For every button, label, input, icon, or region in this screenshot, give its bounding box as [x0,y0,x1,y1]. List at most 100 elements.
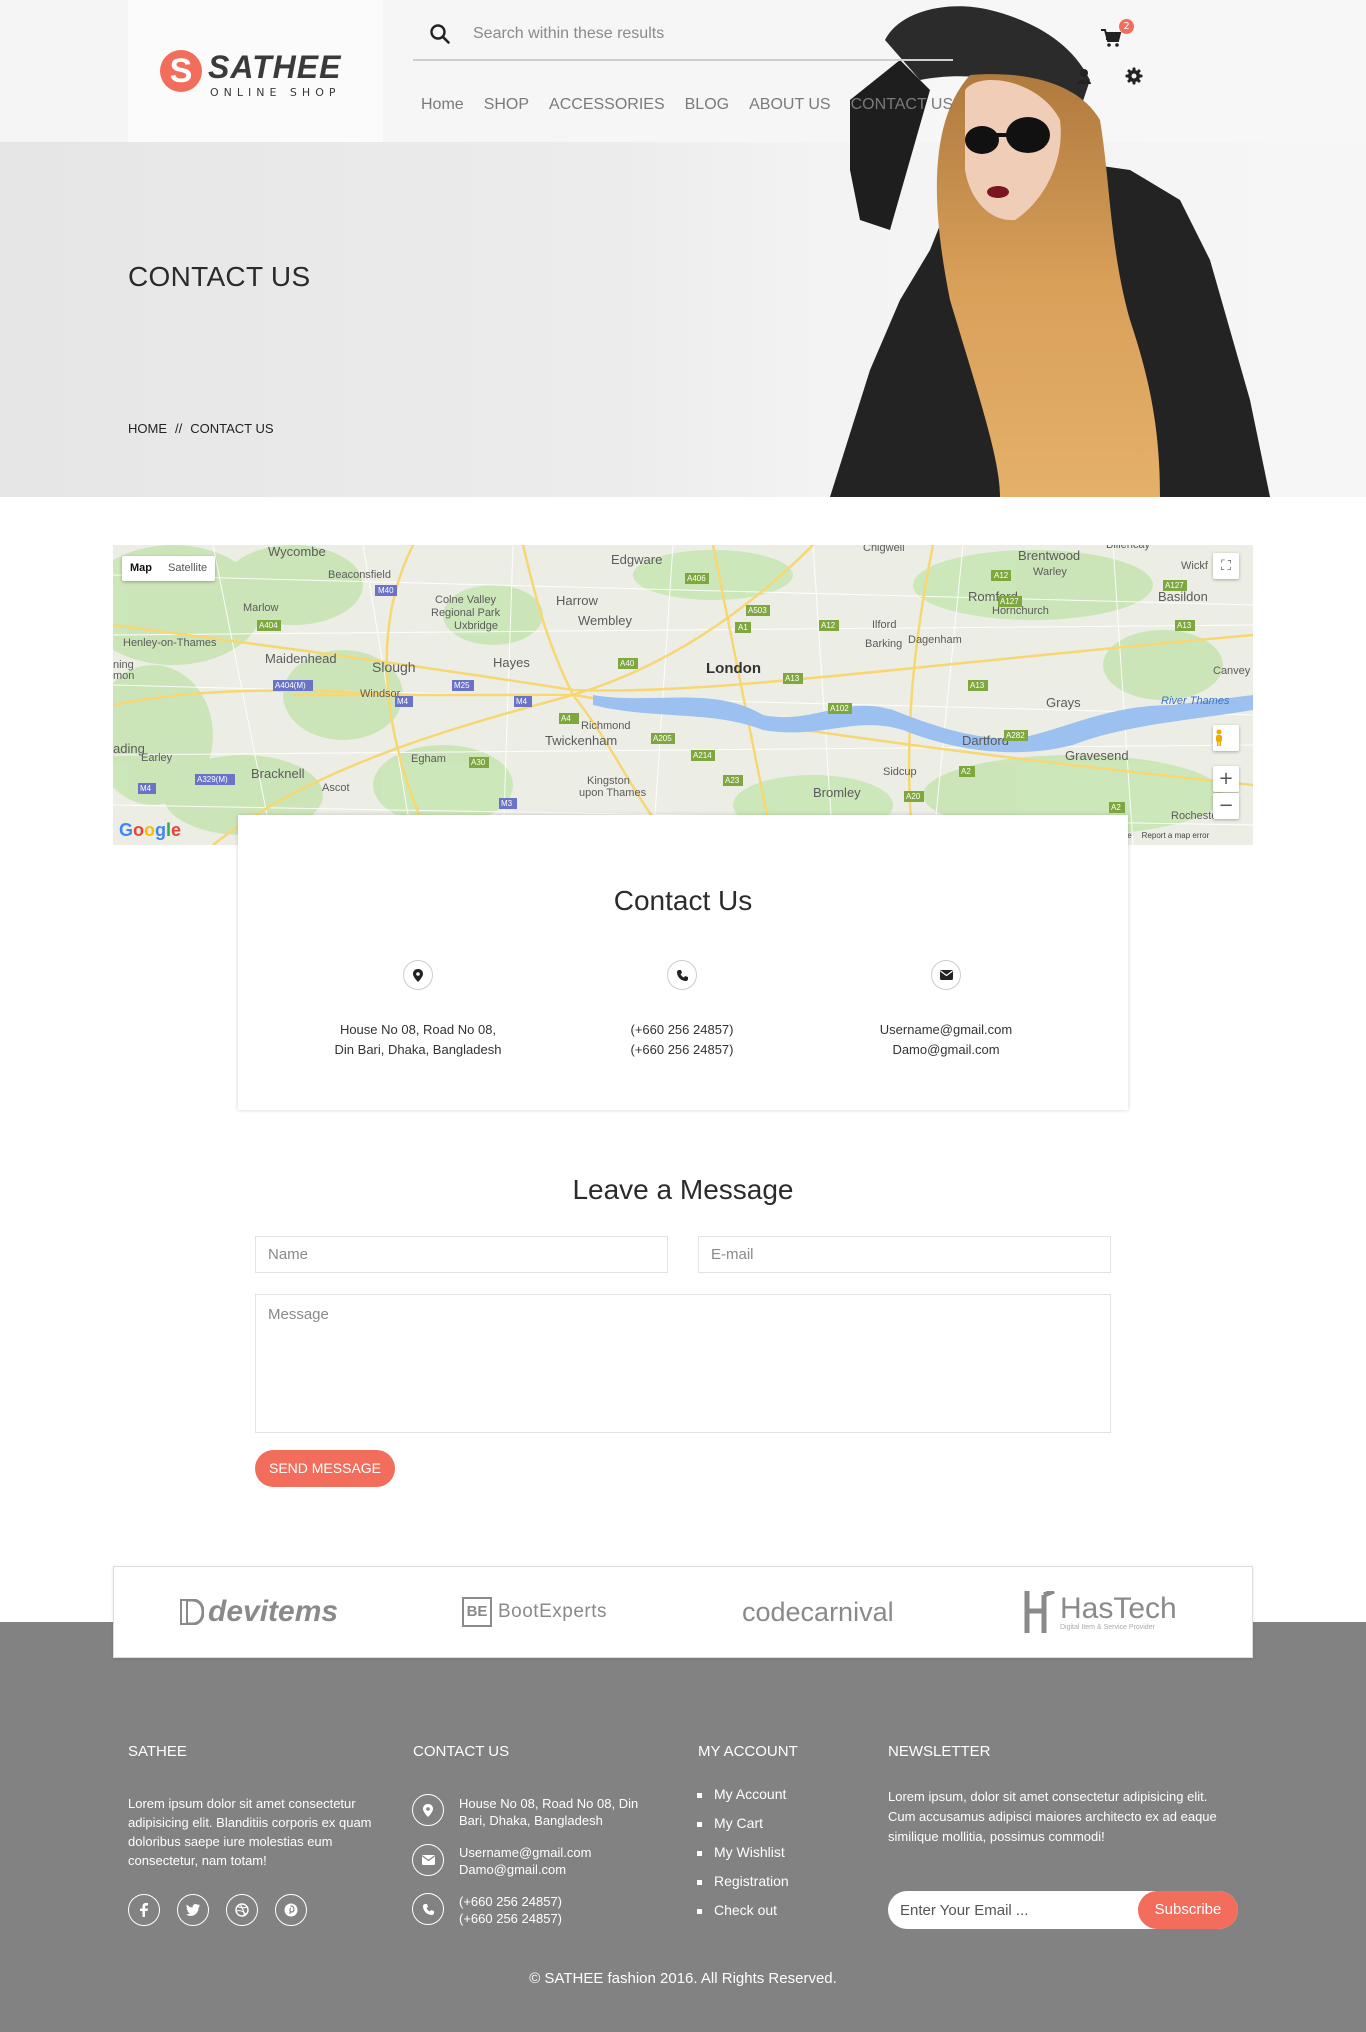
twitter-icon[interactable] [177,1894,209,1926]
footer-email-2[interactable]: Damo@gmail.com [459,1861,591,1878]
svg-text:Ilford: Ilford [872,619,896,631]
map-report-link[interactable]: Report a map error [1142,831,1210,840]
facebook-icon[interactable] [128,1894,160,1926]
email-address-1[interactable]: Username@gmail.com [796,1020,1096,1040]
brand-logo-codecarnival[interactable]: codecarnival [742,1587,894,1637]
svg-text:Slough: Slough [372,659,416,675]
search-input[interactable] [473,20,933,48]
footer-about-text: Lorem ipsum dolor sit amet consectetur a… [128,1796,372,1868]
logo-mark: S [160,50,202,92]
email-address-2[interactable]: Damo@gmail.com [796,1040,1096,1060]
nav-accessories[interactable]: ACCESSORIES [549,96,665,114]
svg-text:A30: A30 [471,758,486,767]
footer-link-my-wishlist[interactable]: My Wishlist [697,1844,789,1873]
nav-about-us[interactable]: ABOUT US [749,96,831,114]
google-logo: Google [119,820,182,840]
svg-text:Marlow: Marlow [243,602,279,614]
svg-text:M3: M3 [501,799,513,808]
footer-phone-1: (+660 256 24857) [459,1894,563,1909]
svg-text:Maidenhead: Maidenhead [265,651,337,666]
nav-contact-us[interactable]: CONTACT US [851,96,954,114]
svg-text:A40: A40 [620,659,635,668]
svg-text:A13: A13 [970,681,985,690]
svg-text:Twickenham: Twickenham [545,733,617,748]
svg-text:A127: A127 [1165,581,1184,590]
svg-text:M25: M25 [454,681,470,690]
zoom-in-icon[interactable]: + [1213,766,1239,792]
svg-text:mon: mon [113,670,134,682]
fullscreen-icon[interactable]: ⛶ [1213,553,1239,579]
brand-logo-devitems[interactable]: devitems [180,1587,338,1637]
map-type-map[interactable]: Map [122,556,160,581]
breadcrumb-current: CONTACT US [190,421,274,436]
breadcrumb-separator: // [175,421,183,436]
contact-info-card: Contact Us House No 08, Road No 08, Din … [238,815,1128,1110]
footer-emails: Username@gmail.com Damo@gmail.com [459,1844,591,1878]
footer-link-registration[interactable]: Registration [697,1873,789,1902]
pinterest-icon[interactable] [275,1894,307,1926]
footer-contact-title: CONTACT US [413,1743,510,1760]
svg-text:Bromley: Bromley [813,785,861,800]
svg-text:A20: A20 [906,792,921,801]
svg-text:Kingston: Kingston [587,775,630,787]
envelope-icon [412,1844,444,1876]
phone-icon [412,1893,444,1925]
breadcrumb-home[interactable]: HOME [128,421,167,436]
brand-bootexperts-text: BootExperts [498,1601,607,1622]
location-pin-icon [403,960,433,990]
newsletter-email-input[interactable] [900,1897,1120,1923]
map-type-toggle: Map Satellite [122,556,216,581]
footer-link-check-out[interactable]: Check out [697,1902,789,1931]
footer-account-title: MY ACCOUNT [698,1743,798,1760]
message-field[interactable] [255,1294,1111,1433]
svg-text:Ascot: Ascot [322,782,350,794]
brand-logo-hastech[interactable]: HasTech Digital Item & Service Provider [1024,1587,1177,1637]
brand-logo-bootexperts[interactable]: BE BootExperts [462,1587,607,1637]
svg-text:Earley: Earley [141,752,173,764]
dribbble-icon[interactable] [226,1894,258,1926]
svg-text:Edgware: Edgware [611,552,662,567]
zoom-out-icon[interactable]: − [1213,793,1239,819]
brand-codecarnival-text: codecarnival [742,1596,894,1627]
user-icon[interactable] [1076,68,1092,85]
map-label-place: Wycombe [268,545,326,559]
brand-hastech-text: HasTech [1060,1591,1177,1625]
logo[interactable]: S SATHEE ONLINE SHOP [128,0,383,142]
street-view-icon[interactable] [1213,725,1239,751]
footer-link-my-account[interactable]: My Account [697,1786,789,1815]
svg-text:Wembley: Wembley [578,613,632,628]
svg-text:Colne Valley: Colne Valley [435,594,496,606]
name-field[interactable] [255,1236,668,1273]
svg-text:upon Thames: upon Thames [579,787,647,799]
svg-text:Bracknell: Bracknell [251,766,305,781]
svg-text:A404(M): A404(M) [275,681,306,690]
footer-email-1[interactable]: Username@gmail.com [459,1844,591,1861]
send-message-button[interactable]: SEND MESSAGE [255,1450,395,1487]
svg-text:A13: A13 [785,674,800,683]
subscribe-button[interactable]: Subscribe [1138,1891,1238,1929]
brand-hastech-tagline: Digital Item & Service Provider [1060,1623,1155,1631]
contact-title: Contact Us [613,885,753,916]
nav-blog[interactable]: BLOG [685,96,729,114]
email-field[interactable] [698,1236,1111,1273]
brand-logos-strip: devitems BE BootExperts codecarnival Has… [113,1566,1253,1658]
nav-shop[interactable]: SHOP [484,96,529,114]
gear-icon[interactable] [1125,67,1143,85]
svg-text:M40: M40 [378,586,394,595]
svg-text:Uxbridge: Uxbridge [454,620,498,632]
nav-home[interactable]: Home [421,96,464,114]
address-line-1: House No 08, Road No 08, [339,1022,497,1037]
svg-text:Dagenham: Dagenham [908,634,962,646]
main-nav: Home SHOP ACCESSORIES BLOG ABOUT US CONT… [421,96,973,114]
footer-about-title: SATHEE [128,1743,187,1760]
cart-icon[interactable] [1100,28,1122,48]
footer-link-my-cart[interactable]: My Cart [697,1815,789,1844]
footer-phone-2: (+660 256 24857) [459,1911,563,1926]
google-map[interactable]: Wycombe Beaconsfield Edgware Chigwell Br… [113,545,1253,845]
svg-text:A205: A205 [653,734,672,743]
map-type-satellite[interactable]: Satellite [160,556,215,581]
svg-text:Barking: Barking [865,638,902,650]
svg-text:A4: A4 [561,714,571,723]
svg-text:Gravesend: Gravesend [1065,748,1129,763]
search-icon[interactable] [429,23,451,45]
